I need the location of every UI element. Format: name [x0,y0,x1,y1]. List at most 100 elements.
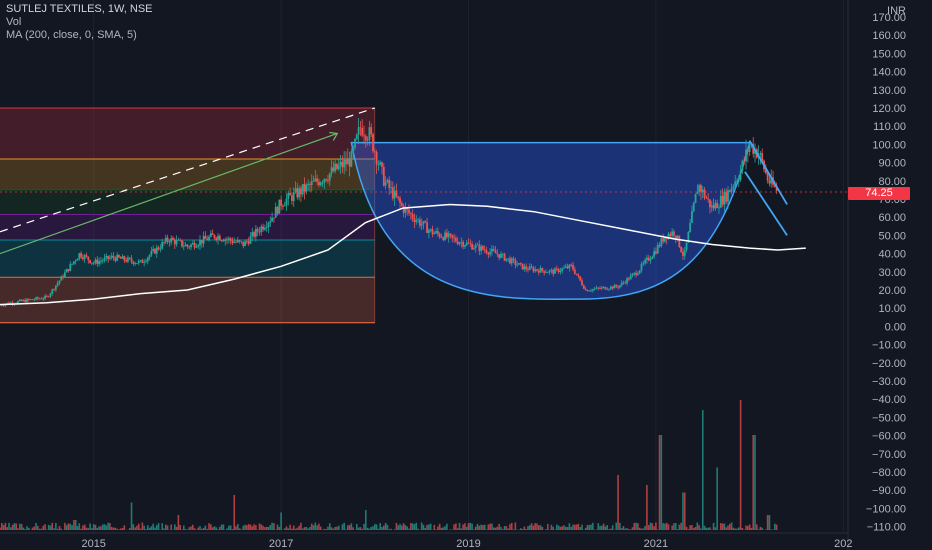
price-tick-label: 20.00 [878,285,906,297]
candle-body [312,181,315,182]
volume-bar [581,524,583,530]
candle-body [636,273,639,276]
volume-bar [287,528,290,530]
candle-body [339,161,342,166]
candle-body [208,236,210,241]
price-tick-label: 80.00 [878,176,906,188]
candle-body [301,184,304,195]
ma-legend[interactable]: MA (200, close, 0, SMA, 5) [6,29,153,42]
candle-body [348,158,351,167]
candle-body [287,192,290,199]
volume-bar [770,529,773,530]
candle-body [431,229,434,235]
volume-bar [139,528,142,530]
volume-bar [134,527,136,530]
volume-bar [579,527,582,530]
volume-bar [35,522,37,530]
candle-body [435,231,437,233]
volume-bar [231,529,234,530]
volume-bar [213,526,216,530]
volume-bar [87,528,90,530]
volume-bar [601,525,603,530]
volume-bar [325,529,327,530]
volume-bar [622,526,625,530]
price-tick-label: −90.00 [872,485,906,497]
candle-body [152,248,155,251]
candle-body [211,233,214,235]
candle-body [175,240,178,245]
candle-body [354,139,356,148]
candle-body [395,190,398,197]
volume-bar [388,529,391,530]
candle-body [186,244,189,247]
volume-bar [56,528,59,530]
candle-body [341,161,344,168]
candle-body [575,273,578,275]
volume-bar [422,524,425,530]
volume-bar [698,525,700,530]
price-tick-label: 60.00 [878,212,906,224]
price-chart[interactable]: 170.00160.00150.00140.00130.00120.00110.… [0,0,932,550]
volume-bar [658,435,661,530]
volume-bar [748,524,751,530]
candle-body [143,262,146,263]
volume-bar [437,526,439,530]
candle-body [242,241,245,247]
price-tick-label: 50.00 [878,230,906,242]
candle-body [294,188,297,193]
candle-body [451,234,454,238]
candle-body [56,283,59,286]
volume-bar [85,527,88,530]
volume-bar [752,435,755,530]
candle-body [24,299,27,303]
price-tick-label: −20.00 [872,358,906,370]
candle-body [554,268,556,274]
volume-bar [410,523,412,530]
volume-bar [291,528,293,530]
volume-bar [98,526,100,530]
symbol-title[interactable]: SUTLEJ TEXTILES, 1W, NSE [6,3,153,16]
volume-bar [642,528,645,530]
volume-bar [310,523,313,530]
candle-body [110,255,113,258]
volume-bar [188,527,191,530]
volume-bar [76,526,79,530]
volume-bar [181,529,183,530]
volume-bar [381,527,383,530]
candle-body [611,286,614,289]
volume-bar [58,525,61,530]
candle-body [206,238,209,241]
candle-body [408,209,410,214]
candle-body [327,180,329,182]
candle-body [460,241,463,243]
volume-bar [485,529,488,530]
volume-bar [566,526,569,530]
volume-bar [166,525,169,530]
volume-bar [588,525,591,530]
volume-bar [260,524,263,530]
volume-bar [246,525,248,530]
volume-bar [619,522,621,530]
volume-bar [775,524,778,530]
volume-bar [739,400,742,530]
volume-bar [514,522,517,530]
candle-body [415,220,418,222]
candle-body [271,217,273,222]
volume-bar [1,522,3,530]
candle-body [743,160,746,162]
volume-bar [496,526,499,530]
candle-body [96,259,99,265]
candle-body [707,198,710,200]
candle-body [36,297,39,299]
candle-body [278,199,281,214]
candle-body [548,270,551,273]
candle-body [343,159,346,168]
volume-bar [539,525,542,530]
candle-body [42,298,45,300]
candle-body [527,269,529,270]
volume-bar [343,522,345,530]
price-tick-label: 100.00 [872,139,906,151]
volume-legend[interactable]: Vol [6,16,153,29]
volume-bar [44,524,46,530]
volume-bar [507,528,509,530]
